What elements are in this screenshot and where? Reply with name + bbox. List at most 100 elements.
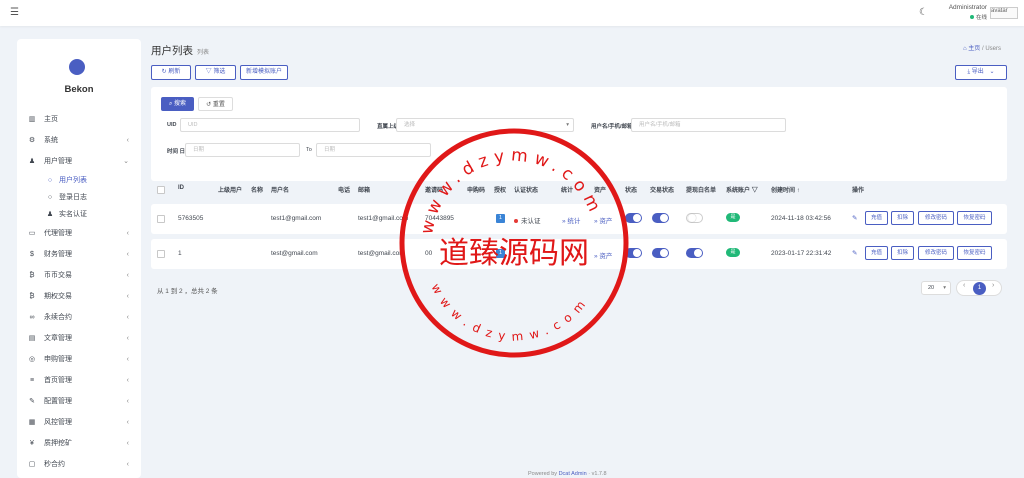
th-created[interactable]: 创建时间 ↑ bbox=[771, 185, 800, 194]
sidebar-item[interactable]: ▥ 主页 bbox=[17, 109, 141, 130]
chevron-left-icon: ‹ bbox=[126, 398, 129, 405]
reset-button[interactable]: ↺ 重置 bbox=[198, 97, 233, 111]
per-page-select[interactable]: 20 ▾ bbox=[921, 281, 951, 295]
id-card-icon: ▭ bbox=[28, 230, 36, 237]
row-checkbox[interactable] bbox=[157, 250, 165, 258]
avatar[interactable]: avatar bbox=[990, 7, 1018, 19]
chevron-left-icon: ‹ bbox=[126, 377, 129, 384]
restore-password-button[interactable]: 恢复密码 bbox=[957, 211, 992, 225]
breadcrumb-current: Users bbox=[985, 46, 1001, 52]
filter-icon[interactable]: ▽ bbox=[752, 188, 758, 194]
sidebar-item-label: 风控管理 bbox=[44, 419, 72, 426]
th-id[interactable]: ID bbox=[178, 185, 184, 191]
th-phone: 电话 bbox=[338, 188, 351, 194]
dollar-icon: $ bbox=[30, 251, 34, 258]
chevron-down-icon: ⌄ bbox=[989, 69, 995, 75]
stamp-center-text: 道臻源码网 bbox=[439, 236, 589, 271]
user-info[interactable]: Administrator 在线 bbox=[943, 4, 987, 21]
sidebar-item-label: 文章管理 bbox=[44, 335, 72, 342]
sidebar-item-label: 登录日志 bbox=[59, 194, 87, 201]
cell-username: test@gmail.com bbox=[271, 250, 318, 257]
sidebar-item[interactable]: ▭ 代理管理 ‹ bbox=[17, 223, 141, 244]
sidebar-item[interactable]: ⚙ 系统 ‹ bbox=[17, 130, 141, 151]
filter-button[interactable]: ▽ 筛选 bbox=[195, 65, 236, 80]
recharge-button[interactable]: 充值 bbox=[865, 211, 888, 225]
system-badge: 是 bbox=[726, 213, 740, 222]
search-button[interactable]: ⌕ 搜索 bbox=[161, 97, 194, 111]
chevron-left-icon: ‹ bbox=[126, 461, 129, 468]
sidebar-item[interactable]: ♟ 用户管理 ⌄ bbox=[17, 151, 141, 172]
deduct-button[interactable]: 扣除 bbox=[891, 211, 914, 225]
edit-icon[interactable]: ✎ bbox=[852, 214, 857, 222]
sidebar-item[interactable]: ¥ 质押挖矿 ‹ bbox=[17, 433, 141, 454]
change-password-button[interactable]: 修改密码 bbox=[918, 246, 954, 260]
time-start-input[interactable]: 日期 bbox=[185, 143, 300, 157]
deduct-button[interactable]: 扣除 bbox=[891, 246, 914, 260]
chevron-left-icon: ‹ bbox=[126, 335, 129, 342]
recharge-button[interactable]: 充值 bbox=[865, 246, 888, 260]
sidebar-item[interactable]: ♟ 实名认证 bbox=[17, 206, 141, 223]
th-parent: 上级用户 bbox=[218, 188, 243, 194]
prev-page-icon[interactable]: ‹ bbox=[963, 282, 965, 289]
trade-status-toggle[interactable] bbox=[652, 213, 669, 223]
edit-icon[interactable]: ✎ bbox=[852, 249, 857, 257]
sidebar-item[interactable]: ✎ 配置管理 ‹ bbox=[17, 391, 141, 412]
sidebar-item[interactable]: ○ 登录日志 bbox=[17, 189, 141, 206]
sidebar-item-label: 代理管理 bbox=[44, 230, 72, 237]
hamburger-icon[interactable]: ☰ bbox=[10, 7, 19, 18]
next-page-icon[interactable]: › bbox=[992, 282, 994, 289]
watermark-stamp: www.dzymw.com www.dzymw.com 道臻源码网 bbox=[399, 128, 629, 358]
refresh-icon: ↻ bbox=[161, 69, 167, 75]
sidebar-item[interactable]: ₿ 期权交易 ‹ bbox=[17, 286, 141, 307]
whitelist-toggle[interactable] bbox=[686, 248, 703, 258]
th-username: 用户名 bbox=[271, 188, 290, 194]
sidebar-item-label: 期权交易 bbox=[44, 293, 72, 300]
th-actions: 操作 bbox=[852, 188, 865, 194]
refresh-button[interactable]: ↻ 刷新 bbox=[151, 65, 191, 80]
bitcoin-icon: ₿ bbox=[29, 293, 35, 300]
sidebar-item[interactable]: ▢ 秒合约 ‹ bbox=[17, 454, 141, 475]
page-current[interactable]: 1 bbox=[973, 282, 986, 295]
sidebar-item-label: 永续合约 bbox=[44, 314, 72, 321]
caret-down-icon: ▾ bbox=[943, 285, 946, 291]
sidebar-item-label: 配置管理 bbox=[44, 398, 72, 405]
sidebar-item[interactable]: $ 财务管理 ‹ bbox=[17, 244, 141, 265]
sidebar-item[interactable]: ≡ 首页管理 ‹ bbox=[17, 370, 141, 391]
sidebar-item[interactable]: ▦ 风控管理 ‹ bbox=[17, 412, 141, 433]
uid-label: UID bbox=[167, 122, 177, 128]
export-button[interactable]: ⤓ 导出 ⌄ bbox=[955, 65, 1007, 80]
undo-icon: ↺ bbox=[206, 102, 212, 108]
gear-icon: ⚙ bbox=[28, 137, 36, 144]
account-input[interactable]: 用户名/手机/邮箱 bbox=[631, 118, 786, 132]
footer-brand-link[interactable]: Dcat Admin bbox=[559, 471, 587, 477]
sidebar-item[interactable]: ◎ 申购管理 ‹ bbox=[17, 349, 141, 370]
select-all-checkbox[interactable] bbox=[157, 186, 165, 194]
row-checkbox[interactable] bbox=[157, 215, 165, 223]
wrench-icon: ✎ bbox=[29, 398, 35, 405]
dark-mode-icon[interactable]: ☾ bbox=[919, 7, 928, 18]
restore-password-button[interactable]: 恢复密码 bbox=[957, 246, 992, 260]
user-icon: ♟ bbox=[46, 211, 54, 218]
system-badge: 是 bbox=[726, 248, 740, 257]
whitelist-toggle[interactable] bbox=[686, 213, 703, 223]
sidebar-item[interactable]: ₿ 币币交易 ‹ bbox=[17, 265, 141, 286]
sidebar-item-label: 币币交易 bbox=[44, 272, 72, 279]
online-status: 在线 bbox=[975, 15, 987, 21]
pagination: ‹ 1 › bbox=[956, 280, 1002, 296]
sidebar-item[interactable]: ∞ 永续合约 ‹ bbox=[17, 307, 141, 328]
cell-created: 2024-11-18 03:42:56 bbox=[771, 215, 831, 222]
chevron-left-icon: ‹ bbox=[126, 251, 129, 258]
change-password-button[interactable]: 修改密码 bbox=[918, 211, 954, 225]
uid-input[interactable]: UID bbox=[180, 118, 360, 132]
th-name: 名称 bbox=[251, 188, 264, 194]
stamp-arc-top: www.dzymw.com bbox=[417, 145, 606, 236]
sidebar-item-label: 质押挖矿 bbox=[44, 440, 72, 447]
add-demo-account-button[interactable]: 新增模拟账户 bbox=[240, 65, 288, 80]
sidebar-item[interactable]: ▤ 文章管理 ‹ bbox=[17, 328, 141, 349]
cell-username: test1@gmail.com bbox=[271, 215, 322, 222]
breadcrumb-home[interactable]: ⌂ 主页 bbox=[963, 46, 980, 52]
bitcoin-icon: ₿ bbox=[29, 272, 35, 279]
target-icon: ◎ bbox=[28, 356, 36, 363]
sidebar-item[interactable]: ○ 用户列表 bbox=[17, 172, 141, 189]
trade-status-toggle[interactable] bbox=[652, 248, 669, 258]
